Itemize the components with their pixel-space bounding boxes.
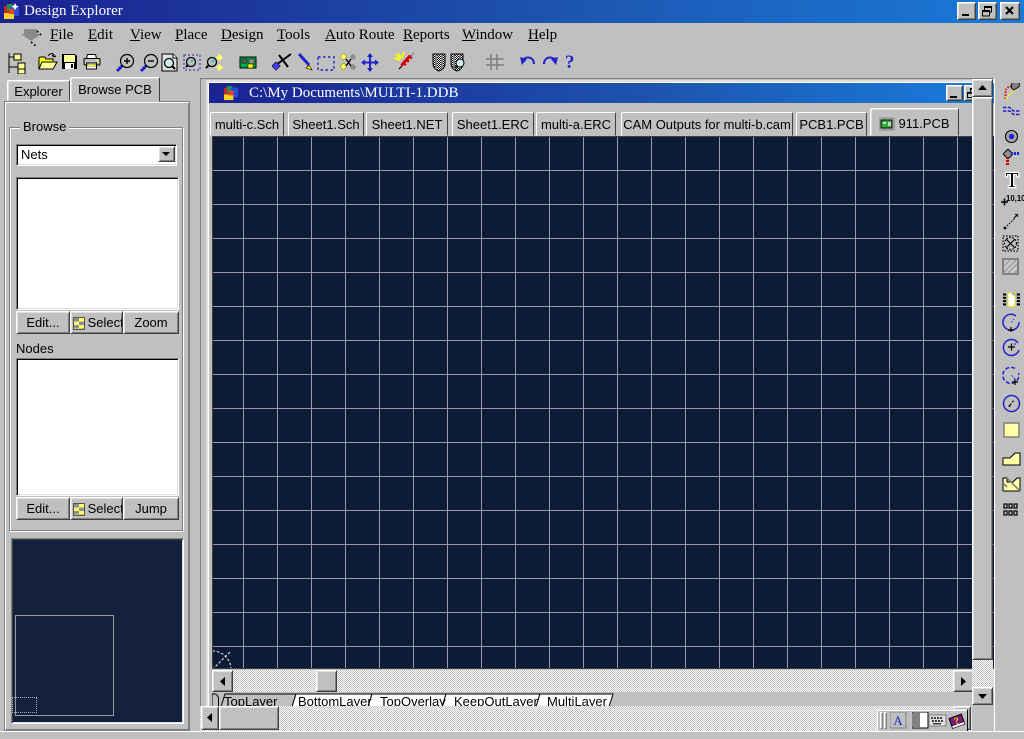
svg-text:10,10: 10,10 xyxy=(1006,194,1024,203)
svg-text:A: A xyxy=(893,713,903,728)
svg-text:T: T xyxy=(1006,168,1019,192)
